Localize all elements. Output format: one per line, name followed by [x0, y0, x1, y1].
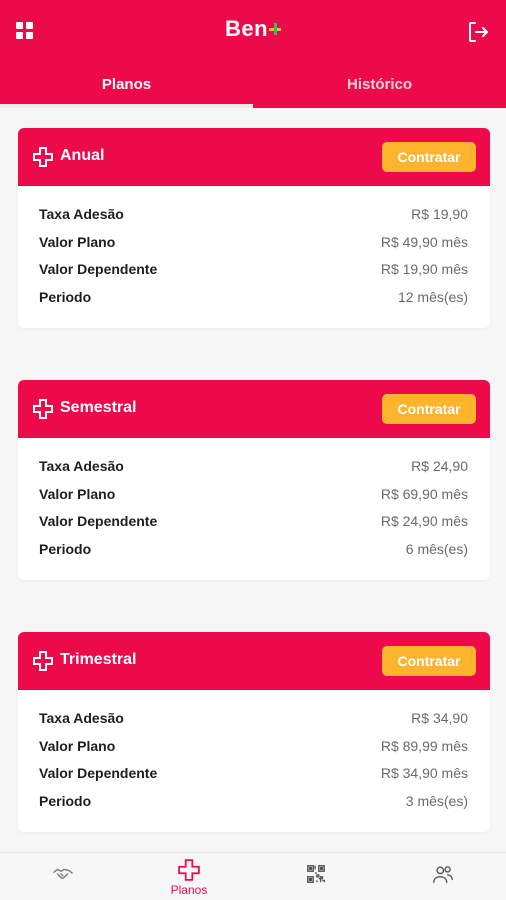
detail-value: R$ 69,90 mês — [380, 485, 468, 502]
logout-icon[interactable] — [466, 20, 490, 44]
plan-card-semestral: Semestral Contratar Taxa Adesão R$ 24,90 … — [18, 380, 490, 580]
detail-value: R$ 34,90 mês — [380, 765, 468, 781]
logo-plus-icon — [269, 23, 282, 35]
detail-value: R$ 19,90 — [411, 206, 468, 222]
detail-row: Valor Plano R$ 89,99 mês — [39, 734, 468, 762]
detail-label: Taxa Adesão — [39, 710, 124, 726]
nav-label-planos: Planos — [170, 883, 208, 897]
plan-card-anual: Anual Contratar Taxa Adesão R$ 19,90 Valo… — [18, 128, 490, 328]
plus-cross-icon — [178, 859, 200, 881]
detail-label: Valor Plano — [39, 485, 116, 502]
detail-value: 3 mês(es) — [405, 792, 468, 809]
detail-label: Periodo — [39, 792, 92, 809]
detail-value: R$ 24,90 — [411, 458, 468, 474]
app-header: Ben — [0, 0, 506, 62]
bottom-navigation: Planos — [0, 852, 506, 900]
plan-card-header: Semestral Contratar — [18, 380, 490, 438]
plan-card-trimestral: Trimestral Contratar Taxa Adesão R$ 34,90… — [18, 632, 490, 832]
contratar-button[interactable]: Contratar — [382, 394, 476, 424]
detail-row: Periodo 6 mês(es) — [39, 537, 468, 565]
detail-value: 12 mês(es) — [397, 288, 468, 305]
detail-row: Valor Plano R$ 69,90 mês — [39, 482, 468, 510]
detail-label: Valor Plano — [39, 233, 116, 250]
plan-card-header: Anual Contratar — [18, 128, 490, 186]
tab-planos[interactable]: Planos — [0, 62, 253, 108]
plan-title: Semestral — [60, 399, 137, 416]
detail-label: Valor Dependente — [39, 261, 158, 277]
active-tab-indicator — [0, 104, 253, 108]
nav-item-users[interactable] — [380, 853, 506, 900]
plus-cross-icon — [33, 147, 53, 167]
detail-row: Valor Dependente R$ 24,90 mês — [39, 509, 468, 537]
detail-row: Periodo 3 mês(es) — [39, 789, 468, 817]
contratar-button[interactable]: Contratar — [382, 142, 476, 172]
app-logo: Ben — [0, 16, 506, 42]
detail-row: Valor Plano R$ 49,90 mês — [39, 230, 468, 258]
detail-label: Valor Plano — [39, 737, 116, 754]
detail-row: Periodo 12 mês(es) — [39, 285, 468, 313]
detail-value: 6 mês(es) — [405, 540, 468, 557]
tab-historico[interactable]: Histórico — [253, 62, 506, 108]
nav-item-handshake[interactable] — [0, 853, 126, 900]
users-icon — [433, 866, 453, 883]
detail-row: Taxa Adesão R$ 24,90 — [39, 454, 468, 482]
detail-label: Valor Dependente — [39, 765, 158, 781]
detail-row: Taxa Adesão R$ 19,90 — [39, 202, 468, 230]
detail-value: R$ 34,90 — [411, 710, 468, 726]
handshake-icon — [53, 868, 73, 880]
contratar-button[interactable]: Contratar — [382, 646, 476, 676]
detail-value: R$ 89,99 mês — [380, 737, 468, 754]
qr-code-icon — [307, 865, 325, 883]
detail-row: Valor Dependente R$ 19,90 mês — [39, 257, 468, 285]
plan-title: Trimestral — [60, 651, 137, 668]
detail-row: Taxa Adesão R$ 34,90 — [39, 706, 468, 734]
plus-cross-icon — [33, 399, 53, 419]
detail-label: Taxa Adesão — [39, 206, 124, 222]
nav-item-planos[interactable]: Planos — [126, 853, 252, 900]
nav-item-qr[interactable] — [253, 853, 379, 900]
plan-card-header: Trimestral Contratar — [18, 632, 490, 690]
plan-details: Taxa Adesão R$ 24,90 Valor Plano R$ 69,90 … — [39, 454, 468, 564]
detail-label: Valor Dependente — [39, 513, 158, 529]
tab-bar: Planos Histórico — [0, 62, 506, 108]
plan-details: Taxa Adesão R$ 34,90 Valor Plano R$ 89,99 … — [39, 706, 468, 816]
logo-text: Ben — [224, 16, 269, 41]
detail-label: Taxa Adesão — [39, 458, 124, 474]
detail-label: Periodo — [39, 288, 92, 305]
detail-row: Valor Dependente R$ 34,90 mês — [39, 761, 468, 789]
plan-details: Taxa Adesão R$ 19,90 Valor Plano R$ 49,90 … — [39, 202, 468, 312]
detail-value: R$ 24,90 mês — [380, 513, 468, 529]
detail-value: R$ 49,90 mês — [380, 233, 468, 250]
plus-cross-icon — [33, 651, 53, 671]
detail-label: Periodo — [39, 540, 92, 557]
plan-title: Anual — [60, 147, 105, 164]
detail-value: R$ 19,90 mês — [380, 261, 468, 277]
